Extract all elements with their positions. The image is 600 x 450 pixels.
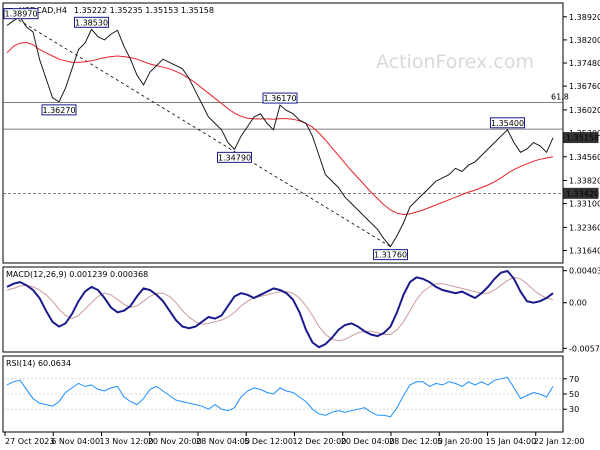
price-panel: [2, 2, 564, 264]
y-tick-label: 1.36020: [569, 106, 600, 115]
price-tag-label: 1.35158: [566, 134, 599, 143]
x-tick-label: 12 Dec 20:00: [293, 437, 347, 446]
x-tick-label: 28 Nov 04:00: [196, 437, 250, 446]
y-tick-label: 1.37480: [569, 59, 600, 68]
price-annotation-label: 1.38530: [75, 18, 108, 27]
macd-label: MACD(12,26,9) 0.001239 0.000368: [6, 270, 148, 279]
ohlc-label: 1.35222 1.35235 1.35153 1.35158: [74, 6, 214, 15]
fib-label: 61.8: [551, 93, 569, 102]
y-tick-label: 50: [569, 390, 579, 399]
y-tick-label: 70: [569, 375, 579, 384]
x-tick-label: 20 Nov 20:00: [148, 437, 202, 446]
x-tick-label: 20 Dec 04:00: [341, 437, 395, 446]
y-tick-label: 1.36760: [569, 82, 600, 91]
y-tick-label: 1.33820: [569, 177, 600, 186]
macd-panel: [2, 266, 564, 353]
price-tag-label: 1.33420: [566, 189, 599, 198]
x-tick-label: 15 Jan 04:00: [486, 437, 537, 446]
price-annotation-label: 1.38970: [4, 10, 37, 19]
x-tick-label: 28 Dec 12:00: [389, 437, 443, 446]
y-tick-label: 1.38200: [569, 36, 600, 45]
y-tick-label: 0.00: [569, 299, 587, 308]
price-annotation-label: 1.31760: [374, 251, 407, 260]
y-tick-label: 1.38920: [569, 13, 600, 22]
price-annotation-label: 1.35400: [491, 119, 524, 128]
price-annotation-label: 1.34790: [218, 153, 251, 162]
y-tick-label: 1.31640: [569, 246, 600, 255]
chart-root: ActionForex.com USDCAD,H4 1.35222 1.3523…: [2, 2, 600, 446]
y-tick-label: 30: [569, 405, 579, 414]
x-axis: 27 Oct 20236 Nov 04:00 13 Nov 12:0020 Nov…: [4, 432, 585, 446]
x-tick-label: 5 Jan 20:00: [437, 437, 483, 446]
y-tick-label: 0.004039: [569, 267, 600, 276]
x-tick-label: 13 Nov 12:00: [100, 437, 154, 446]
watermark: ActionForex.com: [376, 51, 534, 73]
rsi-label: RSI(14) 60.0634: [6, 359, 71, 368]
x-tick-label: 22 Jan 12:00: [534, 437, 585, 446]
y-tick-label: 1.32360: [569, 223, 600, 232]
y-tick-label: 1.33100: [569, 200, 600, 209]
x-tick-label: 6 Nov 04:00: [51, 437, 100, 446]
y-tick-label: 1.34560: [569, 153, 600, 162]
y-tick-label: -0.005737: [569, 344, 600, 353]
x-tick-label: 27 Oct 2023: [5, 437, 54, 446]
price-annotation-label: 1.36170: [263, 94, 296, 103]
x-tick-label: 5 Dec 12:00: [244, 437, 293, 446]
price-annotation-label: 1.36270: [42, 106, 75, 115]
